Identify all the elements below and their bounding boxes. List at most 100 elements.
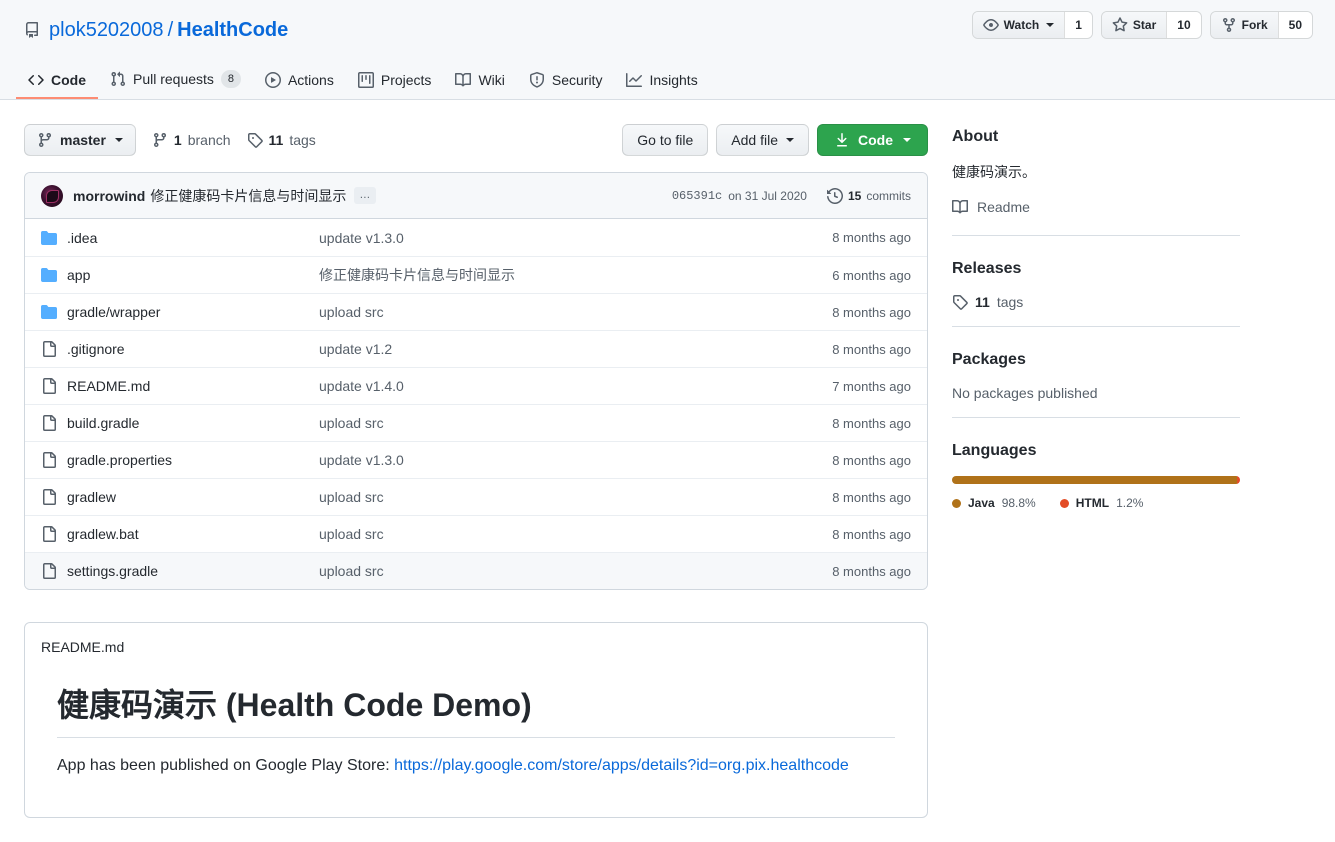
file-name[interactable]: app [67,267,319,283]
file-commit-message[interactable]: update v1.3.0 [319,230,801,246]
fork-button[interactable]: Fork [1211,12,1278,38]
star-label: Star [1133,18,1156,32]
file-commit-message[interactable]: update v1.3.0 [319,452,801,468]
commits-count-value: 15 [848,189,861,203]
readme-file-label[interactable]: README.md [41,639,911,655]
language-name: Java [968,496,995,510]
readme-paragraph: App has been published on Google Play St… [57,754,895,778]
releases-title: Releases [952,260,1240,278]
go-to-file-button[interactable]: Go to file [622,124,708,156]
branch-count-label: branch [188,132,231,148]
actions-icon [265,72,281,88]
commit-sha[interactable]: 065391c [672,189,722,203]
file-name[interactable]: gradlew [67,489,319,505]
tab-projects-label: Projects [381,72,432,88]
table-row[interactable]: settings.gradle upload src 8 months ago [25,552,927,589]
book-icon [952,199,968,215]
language-legend-item[interactable]: HTML 1.2% [1060,496,1144,510]
tags-count[interactable]: 11 tags [247,132,316,148]
readme-link[interactable]: Readme [952,199,1240,215]
file-commit-message[interactable]: update v1.4.0 [319,378,801,394]
branch-count[interactable]: 1 branch [152,132,231,148]
language-color-dot [1060,499,1069,508]
repo-owner-link[interactable]: plok5202008 [49,19,164,41]
language-name: HTML [1076,496,1109,510]
repo-name-link[interactable]: HealthCode [177,19,288,41]
file-commit-message[interactable]: 修正健康码卡片信息与时间显示 [319,265,801,285]
tab-security[interactable]: Security [517,64,615,99]
tab-projects[interactable]: Projects [346,64,444,99]
table-row[interactable]: gradlew.bat upload src 8 months ago [25,515,927,552]
releases-tags-link[interactable]: 11 tags [952,294,1240,310]
tab-code-label: Code [51,72,86,88]
download-icon [834,132,850,148]
languages-title: Languages [952,442,1240,460]
file-commit-message[interactable]: upload src [319,489,801,505]
readme-play-store-link[interactable]: https://play.google.com/store/apps/detai… [394,757,849,774]
table-row[interactable]: build.gradle upload src 8 months ago [25,404,927,441]
tab-actions[interactable]: Actions [253,64,346,99]
commit-history-link[interactable]: 15 commits [827,188,911,204]
file-icon [41,415,57,431]
commit-expand-button[interactable]: … [354,187,376,204]
fork-count[interactable]: 50 [1278,12,1312,38]
file-commit-message[interactable]: upload src [319,304,801,320]
file-name[interactable]: gradle.properties [67,452,319,468]
file-commit-message[interactable]: update v1.2 [319,341,801,357]
file-name[interactable]: settings.gradle [67,563,319,579]
code-button[interactable]: Code [817,124,928,156]
language-bar-segment-html[interactable] [1237,476,1240,484]
avatar[interactable] [41,185,63,207]
file-age: 8 months ago [801,305,911,320]
tab-actions-label: Actions [288,72,334,88]
tab-pull-requests[interactable]: Pull requests 8 [98,62,253,99]
readme-heading: 健康码演示 (Health Code Demo) [57,685,895,738]
table-row[interactable]: gradlew upload src 8 months ago [25,478,927,515]
language-bar-segment-java[interactable] [952,476,1237,484]
tab-wiki[interactable]: Wiki [443,64,516,99]
table-row[interactable]: .gitignore update v1.2 8 months ago [25,330,927,367]
file-name[interactable]: .gitignore [67,341,319,357]
commits-count-label: commits [866,189,911,203]
sidebar: About 健康码演示。 Readme Releases 11 tags Pac… [952,124,1240,818]
about-description: 健康码演示。 [952,162,1240,183]
repo-actions: Watch 1 Star 10 Fork 50 [972,11,1313,39]
pull-request-icon [110,71,126,87]
file-name[interactable]: .idea [67,230,319,246]
language-bar [952,476,1240,484]
commit-author[interactable]: morrowind [73,188,145,204]
watch-label: Watch [1004,18,1040,32]
code-icon [28,72,44,88]
branch-icon [37,132,53,148]
branch-selector[interactable]: master [24,124,136,156]
table-row[interactable]: app 修正健康码卡片信息与时间显示 6 months ago [25,256,927,293]
table-row[interactable]: gradle/wrapper upload src 8 months ago [25,293,927,330]
tab-insights[interactable]: Insights [614,64,709,99]
language-legend-item[interactable]: Java 98.8% [952,496,1036,510]
file-name[interactable]: gradlew.bat [67,526,319,542]
table-row[interactable]: gradle.properties update v1.3.0 8 months… [25,441,927,478]
file-commit-message[interactable]: upload src [319,526,801,542]
commit-message[interactable]: 修正健康码卡片信息与时间显示 [150,186,346,206]
table-row[interactable]: README.md update v1.4.0 7 months ago [25,367,927,404]
file-name[interactable]: README.md [67,378,319,394]
fork-button-group: Fork 50 [1210,11,1313,39]
file-commit-message[interactable]: upload src [319,563,801,579]
table-row[interactable]: .idea update v1.3.0 8 months ago [25,219,927,256]
watch-count[interactable]: 1 [1064,12,1092,38]
file-toolbar: master 1 branch 11 tags Go to file [24,124,928,156]
pull-requests-counter: 8 [221,70,241,88]
watch-button[interactable]: Watch [973,12,1065,38]
file-commit-message[interactable]: upload src [319,415,801,431]
add-file-button[interactable]: Add file [716,124,809,156]
star-button[interactable]: Star [1102,12,1166,38]
star-count[interactable]: 10 [1166,12,1200,38]
languages-section: Languages Java 98.8% HTML 1.2% [952,417,1240,526]
file-age: 8 months ago [801,230,911,245]
file-name[interactable]: gradle/wrapper [67,304,319,320]
tab-code[interactable]: Code [16,64,98,99]
tab-pull-requests-label: Pull requests [133,71,214,87]
file-age: 8 months ago [801,453,911,468]
main-column: master 1 branch 11 tags Go to file [24,124,928,818]
file-name[interactable]: build.gradle [67,415,319,431]
